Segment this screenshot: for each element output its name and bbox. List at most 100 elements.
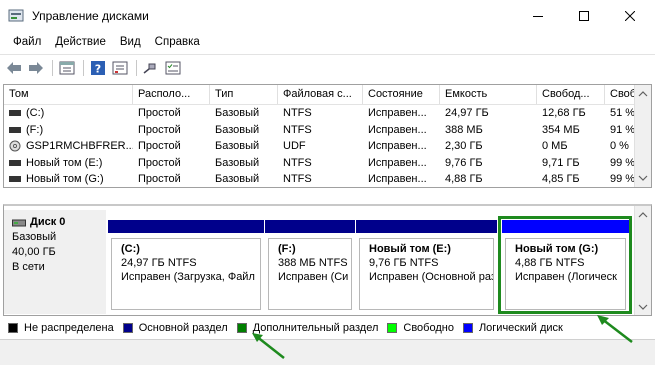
legend-swatch [236, 323, 247, 333]
column-header-volume[interactable]: Том [4, 85, 133, 104]
partition-status: Исправен (Основной разд [369, 271, 494, 283]
legend-swatch [387, 323, 398, 333]
legend-label: Свободно [403, 322, 454, 334]
column-header-capacity[interactable]: Емкость [440, 85, 537, 104]
column-header-free-space[interactable]: Свобод... [537, 85, 605, 104]
partition-size: 24,97 ГБ NTFS [121, 257, 197, 269]
volume-type: Базовый [215, 123, 260, 136]
volume-type: Базовый [215, 173, 260, 186]
volume-layout: Простой [138, 107, 181, 120]
volume-type: Базовый [215, 156, 260, 169]
table-row[interactable]: Новый том (E:) Простой Базовый NTFS Испр… [4, 155, 651, 172]
menu-view[interactable]: Вид [113, 36, 148, 48]
volume-free-space: 12,68 ГБ [542, 107, 586, 120]
connect-icon [143, 63, 156, 74]
legend: Не распределена Основной раздел Дополнит… [0, 318, 655, 338]
volume-filesystem: NTFS [283, 156, 312, 169]
volume-list-header: Том Располо... Тип Файловая с... Состоян… [4, 85, 651, 105]
volume-filesystem: UDF [283, 140, 306, 153]
volume-name: Новый том (E:) [26, 156, 103, 169]
partition-title: (C:) [121, 243, 140, 255]
close-button[interactable] [607, 0, 653, 31]
volume-free-space: 0 МБ [542, 140, 568, 153]
volume-capacity: 4,88 ГБ [445, 173, 483, 186]
checklist-icon [165, 61, 181, 75]
volume-list: Том Располо... Тип Файловая с... Состоян… [3, 84, 652, 188]
partition-title: Новый том (E:) [369, 243, 451, 255]
legend-label: Основной раздел [138, 322, 228, 334]
legend-item-logical: Логический диск [462, 322, 563, 334]
title-bar: Управление дисками [0, 0, 655, 31]
table-row[interactable]: GSP1RMCHBFRER... Простой Базовый UDF Исп… [4, 138, 651, 155]
minimize-button[interactable] [515, 0, 561, 31]
partition-type-bar [108, 220, 264, 233]
minimize-icon [533, 15, 543, 17]
scroll-down-icon [638, 175, 648, 181]
volume-type: Базовый [215, 107, 260, 120]
table-row[interactable]: (C:) Простой Базовый NTFS Исправен... 24… [4, 105, 651, 122]
volume-layout: Простой [138, 173, 181, 186]
properties-button[interactable] [110, 58, 130, 78]
menu-action[interactable]: Действие [48, 36, 113, 48]
forward-arrow-icon [29, 62, 43, 74]
volume-status: Исправен... [368, 173, 427, 186]
column-header-type[interactable]: Тип [210, 85, 278, 104]
volume-drive-icon [9, 126, 21, 133]
svg-text:?: ? [95, 63, 101, 76]
table-row[interactable]: (F:) Простой Базовый NTFS Исправен... 38… [4, 122, 651, 139]
column-header-status[interactable]: Состояние [363, 85, 440, 104]
disk-map-scrollbar[interactable] [634, 206, 651, 315]
scroll-up-icon [638, 212, 648, 218]
partition-size: 388 МБ NTFS [278, 257, 348, 269]
window-title: Управление дисками [32, 9, 149, 23]
legend-item-free: Свободно [387, 322, 454, 334]
partition-f[interactable]: (F:) 388 МБ NTFS Исправен (Си [265, 220, 355, 312]
scroll-up-icon [638, 91, 648, 97]
menu-help[interactable]: Справка [148, 36, 207, 48]
help-button[interactable]: ? [88, 58, 108, 78]
volume-capacity: 2,30 ГБ [445, 140, 483, 153]
legend-label: Не распределена [24, 322, 114, 334]
forward-button[interactable] [26, 58, 46, 78]
connect-button[interactable] [141, 58, 161, 78]
volume-name: GSP1RMCHBFRER... [26, 140, 133, 153]
column-header-layout[interactable]: Располо... [133, 85, 210, 104]
toolbar: ? [0, 54, 655, 81]
volume-capacity: 388 МБ [445, 123, 483, 136]
column-header-filesystem[interactable]: Файловая с... [278, 85, 363, 104]
legend-swatch [8, 323, 18, 333]
partition-type-bar [265, 220, 355, 233]
view-list-button[interactable] [163, 58, 183, 78]
table-row[interactable]: Новый том (G:) Простой Базовый NTFS Испр… [4, 171, 651, 187]
volume-list-scrollbar[interactable] [634, 85, 651, 187]
partition-type-bar [356, 220, 497, 233]
close-icon [625, 10, 635, 21]
show-hide-console-tree-button[interactable] [57, 58, 77, 78]
partition-c[interactable]: (C:) 24,97 ГБ NTFS Исправен (Загрузка, Ф… [108, 220, 264, 312]
disk-status: В сети [12, 261, 45, 273]
optical-disc-icon [9, 140, 21, 152]
disk-info-panel[interactable]: Диск 0 Базовый 40,00 ГБ В сети [4, 210, 106, 314]
menu-file[interactable]: Файл [6, 36, 48, 48]
help-icon: ? [91, 61, 105, 76]
legend-item-unallocated: Не распределена [8, 322, 114, 334]
volume-type: Базовый [215, 140, 260, 153]
volume-filesystem: NTFS [283, 107, 312, 120]
partition-size: 9,76 ГБ NTFS [369, 257, 439, 269]
maximize-button[interactable] [561, 0, 607, 31]
annotation-arrow-legend [252, 333, 285, 359]
volume-layout: Простой [138, 123, 181, 136]
disk-map: Диск 0 Базовый 40,00 ГБ В сети (C:) 24,9… [3, 204, 652, 316]
partition-title: (F:) [278, 243, 296, 255]
toolbar-separator [136, 60, 137, 76]
volume-free-space: 4,85 ГБ [542, 173, 580, 186]
back-button[interactable] [4, 58, 24, 78]
legend-swatch [122, 323, 133, 333]
status-bar [0, 339, 655, 365]
disk-name: Диск 0 [30, 216, 66, 228]
partition-e[interactable]: Новый том (E:) 9,76 ГБ NTFS Исправен (Ос… [356, 220, 497, 312]
volume-status: Исправен... [368, 140, 427, 153]
volume-layout: Простой [138, 140, 181, 153]
console-tree-icon [59, 61, 75, 75]
volume-drive-icon [9, 159, 21, 166]
